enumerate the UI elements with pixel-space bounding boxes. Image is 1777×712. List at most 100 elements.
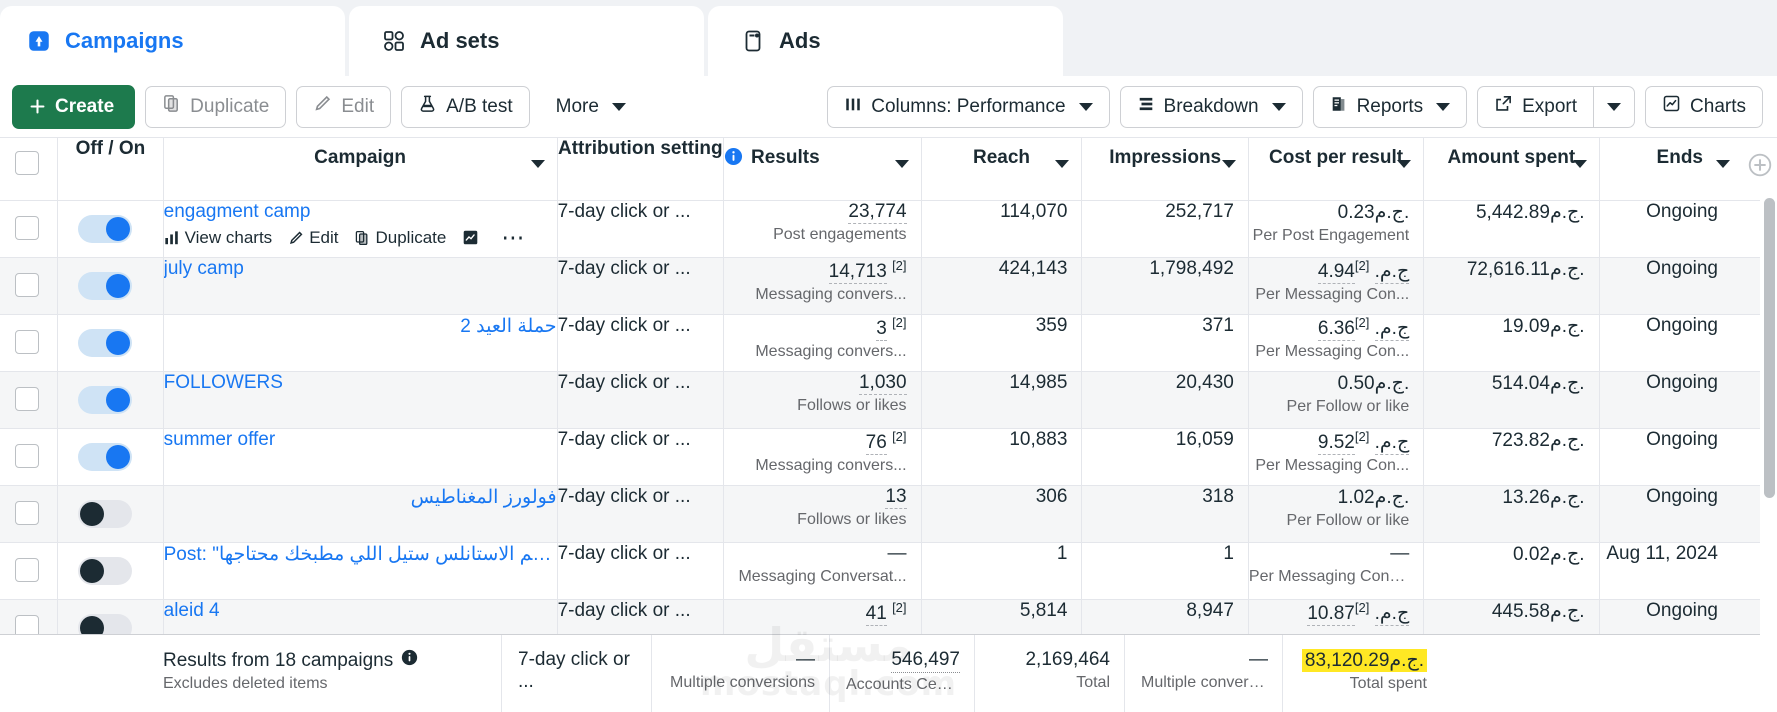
tab-ads[interactable]: Ads	[708, 6, 1063, 76]
more-options-action[interactable]: ⋯	[501, 226, 526, 248]
open-charts-action[interactable]	[462, 229, 479, 246]
row-toggle-cell	[57, 200, 164, 258]
campaign-name-link[interactable]: Post: "طقم الاستانلس ستيل اللي مطبخك محت…	[164, 543, 557, 566]
column-header-offon-label: Off / On	[75, 138, 146, 159]
scrollbar-thumb[interactable]	[1764, 198, 1775, 498]
vertical-scrollbar[interactable]	[1764, 198, 1775, 668]
row-cpr-sub: Per Messaging Con...	[1255, 285, 1410, 303]
chevron-down-icon	[1436, 102, 1451, 111]
column-header-cost-per-result[interactable]: Cost per result	[1248, 138, 1425, 201]
columns-button-label: Columns: Performance	[871, 95, 1066, 117]
campaign-toggle[interactable]	[78, 214, 133, 243]
table-row[interactable]: july camp 7-day click or ... 14,713 [2] Mes…	[0, 257, 1760, 315]
row-checkbox[interactable]	[15, 272, 39, 297]
table-row[interactable]: Post: "طقم الاستانلس ستيل اللي مطبخك محت…	[0, 542, 1760, 600]
row-results-sub: Messaging Conversat...	[738, 567, 907, 585]
export-dropdown-button[interactable]	[1593, 85, 1636, 128]
row-results-sub: Messaging convers...	[755, 342, 907, 360]
row-campaign-cell: engagment camp View charts Edit Duplicate ⋯	[163, 200, 558, 258]
column-header-results[interactable]: Results	[723, 138, 922, 201]
view-charts-action[interactable]: View charts	[164, 228, 272, 248]
row-toggle-cell	[57, 257, 164, 315]
column-header-campaign[interactable]: Campaign	[163, 138, 558, 201]
info-icon[interactable]	[724, 147, 743, 171]
campaign-name-link[interactable]: حملة العيد 2	[164, 315, 556, 338]
columns-button[interactable]: Columns: Performance	[827, 85, 1110, 128]
table-header: Off / On Campaign Attribution setting Re…	[0, 138, 1760, 201]
breakdown-icon	[1137, 95, 1155, 119]
plus-icon	[30, 99, 45, 114]
edit-button[interactable]: Edit	[296, 85, 392, 128]
campaign-name-link[interactable]: july camp	[164, 258, 557, 280]
row-impressions-cell: 371	[1081, 314, 1249, 372]
campaign-toggle[interactable]	[78, 271, 133, 300]
campaign-toggle[interactable]	[78, 385, 133, 414]
column-header-impressions[interactable]: Impressions	[1081, 138, 1249, 201]
table-row[interactable]: FOLLOWERS 7-day click or ... 1,030 Follows …	[0, 371, 1760, 429]
duplicate-button[interactable]: Duplicate	[145, 85, 287, 128]
campaign-name-link[interactable]: engagment camp	[164, 201, 557, 223]
summary-subtitle: Excludes deleted items	[163, 675, 328, 692]
summary-results-value: —	[796, 649, 815, 670]
column-header-reach[interactable]: Reach	[921, 138, 1083, 201]
row-checkbox[interactable]	[15, 329, 39, 354]
tab-ads-label: Ads	[779, 28, 821, 53]
campaign-name-link[interactable]: aleid 4	[164, 600, 557, 622]
chevron-down-icon[interactable]	[1055, 160, 1070, 168]
row-cost-per-result-cell: 0.50‏ج.م. Per Follow or like	[1248, 371, 1425, 429]
more-button-label: More	[555, 95, 599, 117]
reports-button[interactable]: Reports	[1312, 85, 1468, 128]
chevron-down-icon[interactable]	[530, 160, 545, 168]
campaign-toggle[interactable]	[78, 556, 133, 585]
row-checkbox[interactable]	[15, 443, 39, 468]
row-checkbox[interactable]	[15, 386, 39, 411]
column-header-ends-label: Ends	[1656, 147, 1703, 168]
row-checkbox[interactable]	[15, 215, 39, 240]
row-results-sub: Messaging convers...	[755, 285, 907, 303]
campaign-name-link[interactable]: summer offer	[164, 429, 557, 451]
table-row[interactable]: حملة العيد 2 7-day click or ... 3 [2] Messa…	[0, 314, 1760, 372]
tab-adsets[interactable]: Ad sets	[349, 6, 704, 76]
row-attribution-cell: 7-day click or ...	[557, 314, 725, 372]
ab-test-button[interactable]: A/B test	[401, 85, 530, 128]
breakdown-button[interactable]: Breakdown	[1119, 85, 1303, 128]
chevron-down-icon[interactable]	[894, 160, 909, 168]
row-results-cell: 14,713 [2] Messaging convers...	[723, 257, 922, 315]
chevron-down-icon[interactable]	[1397, 160, 1412, 168]
chevron-down-icon[interactable]	[1716, 160, 1730, 168]
duplicate-icon	[356, 230, 368, 245]
charts-button[interactable]: Charts	[1645, 85, 1763, 128]
create-button[interactable]: Create	[12, 84, 136, 129]
column-header-amount-spent[interactable]: Amount spent	[1423, 138, 1600, 201]
column-header-ends[interactable]: Ends	[1599, 138, 1760, 201]
edit-action[interactable]: Edit	[288, 228, 338, 248]
campaign-name-link[interactable]: FOLLOWERS	[164, 372, 557, 394]
row-cost-per-result-cell: 4.94‏ج.م. [2] Per Messaging Con...	[1248, 257, 1425, 315]
chevron-down-icon[interactable]	[1572, 160, 1587, 168]
summary-results-sub: Multiple conversions	[670, 674, 815, 691]
campaign-toggle[interactable]	[78, 442, 133, 471]
row-results-cell: 23,774 Post engagements	[723, 200, 922, 258]
more-button[interactable]: More	[539, 85, 642, 128]
select-all-checkbox[interactable]	[15, 151, 39, 175]
info-icon[interactable]	[401, 649, 418, 672]
add-column-button[interactable]	[1747, 152, 1773, 178]
table-row[interactable]: فولورز المغناطيس 7-day click or ... 13 Foll…	[0, 485, 1760, 543]
duplicate-action[interactable]: Duplicate	[354, 228, 446, 248]
chevron-down-icon[interactable]	[1221, 160, 1236, 168]
campaign-name-link[interactable]: فولورز المغناطيس	[164, 486, 557, 509]
row-reach-cell: 1	[921, 542, 1083, 600]
row-checkbox[interactable]	[15, 500, 39, 525]
export-button[interactable]: Export	[1477, 85, 1594, 128]
campaign-toggle[interactable]	[78, 328, 133, 357]
table-row[interactable]: summer offer 7-day click or ... 76 [2] Mess…	[0, 428, 1760, 486]
campaign-toggle[interactable]	[78, 499, 133, 528]
row-results-cell: 3 [2] Messaging convers...	[723, 314, 922, 372]
row-checkbox[interactable]	[15, 557, 39, 582]
ads-manager-page: Campaigns Ad sets Ads Create Duplicate E…	[0, 0, 1777, 712]
row-results-sub: Messaging convers...	[755, 456, 907, 474]
table-row[interactable]: engagment camp View charts Edit Duplicate ⋯ 7…	[0, 200, 1760, 258]
row-checkbox-cell	[0, 200, 59, 258]
tab-campaigns[interactable]: Campaigns	[0, 6, 345, 76]
table-body: engagment camp View charts Edit Duplicate ⋯ 7…	[0, 200, 1760, 657]
